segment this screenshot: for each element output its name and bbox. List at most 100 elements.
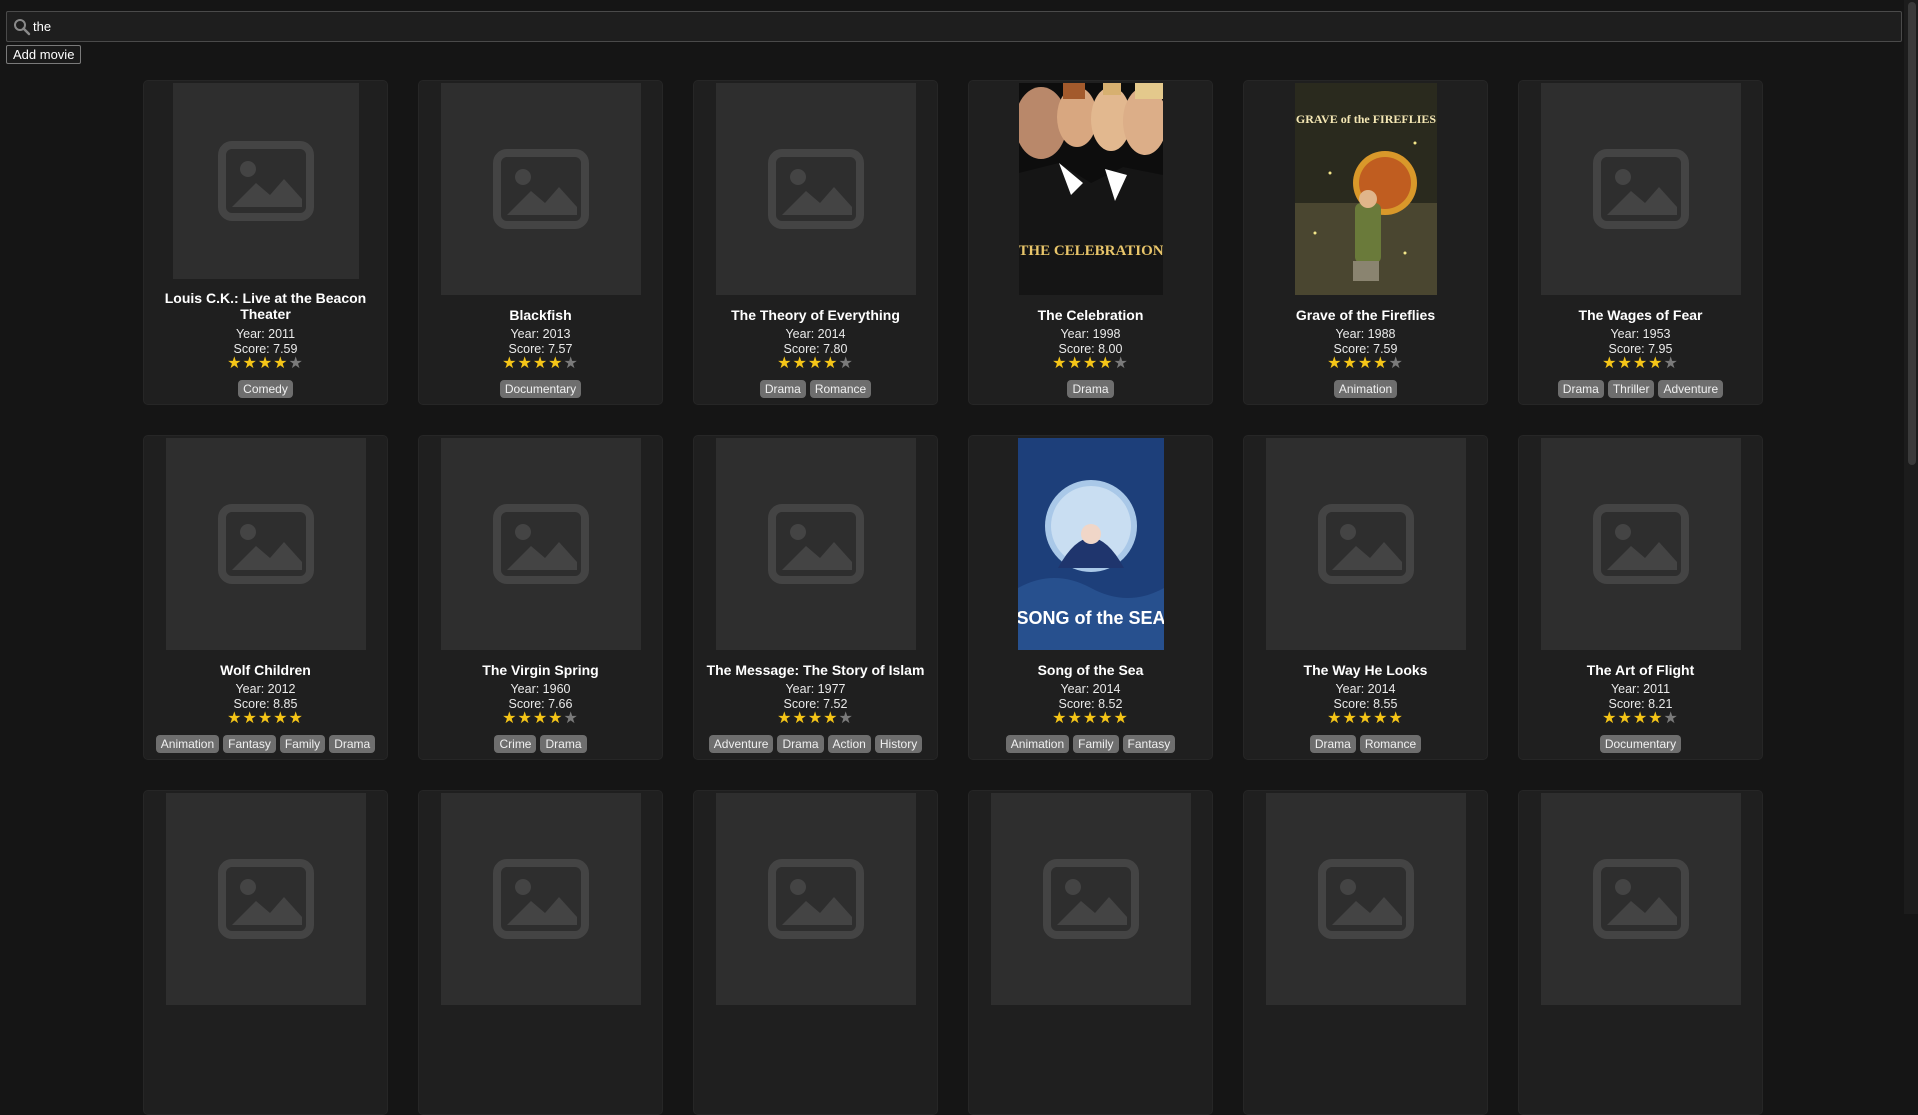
movie-card[interactable] xyxy=(1243,790,1488,1115)
movie-poster: SONG of the SEA xyxy=(1017,438,1164,650)
star-filled-icon: ★ xyxy=(257,710,274,727)
movie-card[interactable]: The Theory of Everything Year: 2014 Scor… xyxy=(693,80,938,405)
svg-text:SONG of the SEA: SONG of the SEA xyxy=(1018,608,1164,628)
search-input[interactable] xyxy=(33,12,1893,41)
movie-meta: Year: 1988 Score: 7.59 xyxy=(1244,327,1487,357)
movie-title: Grave of the Fireflies xyxy=(1295,307,1436,323)
movie-card[interactable]: Louis C.K.: Live at the Beacon Theater Y… xyxy=(143,80,388,405)
image-placeholder-icon xyxy=(767,859,864,939)
movie-card[interactable]: The Art of Flight Year: 2011 Score: 8.21… xyxy=(1518,435,1763,760)
genre-tag: Crime xyxy=(494,735,537,753)
genre-tag: Drama xyxy=(1309,735,1356,753)
movie-meta: Year: 1998 Score: 8.00 xyxy=(969,327,1212,357)
star-filled-icon: ★ xyxy=(1327,355,1343,372)
genre-tag: Family xyxy=(279,735,326,753)
movie-poster xyxy=(990,793,1191,1005)
movie-card[interactable] xyxy=(693,790,938,1115)
movie-card[interactable] xyxy=(418,790,663,1115)
movie-year: Year: 1977 xyxy=(785,682,846,696)
star-filled-icon: ★ xyxy=(1098,355,1114,372)
star-filled-icon: ★ xyxy=(792,710,808,727)
image-placeholder-icon xyxy=(217,859,314,939)
movie-poster xyxy=(715,438,916,650)
genre-tag: Fantasy xyxy=(1122,735,1176,753)
genre-tags: Drama Romance xyxy=(1244,735,1487,753)
genre-tag: Romance xyxy=(1359,735,1422,753)
fireflies-poster-art: GRAVE of the FIREFLIES xyxy=(1294,83,1437,295)
movie-card[interactable]: The Virgin Spring Year: 1960 Score: 7.66… xyxy=(418,435,663,760)
star-rating: ★★★★★ xyxy=(694,356,937,372)
movie-poster xyxy=(165,793,366,1005)
star-filled-icon: ★ xyxy=(1617,710,1633,727)
star-filled-icon: ★ xyxy=(1067,710,1083,727)
movie-poster xyxy=(1540,793,1741,1005)
movie-poster xyxy=(1540,438,1741,650)
movie-year: Year: 1953 xyxy=(1610,327,1671,341)
celebration-poster-art: THE CELEBRATION xyxy=(1018,83,1163,295)
star-empty-icon: ★ xyxy=(838,355,854,372)
movie-poster xyxy=(715,793,916,1005)
star-filled-icon: ★ xyxy=(1342,710,1358,727)
star-filled-icon: ★ xyxy=(1602,710,1618,727)
movie-card[interactable]: The Wages of Fear Year: 1953 Score: 7.95… xyxy=(1518,80,1763,405)
star-filled-icon: ★ xyxy=(777,710,793,727)
movie-poster xyxy=(1265,438,1466,650)
movie-card[interactable]: SONG of the SEA Song of the Sea Year: 20… xyxy=(968,435,1213,760)
movie-card[interactable]: THE CELEBRATION The Celebration Year: 19… xyxy=(968,80,1213,405)
movie-title: The Celebration xyxy=(1037,307,1144,323)
star-filled-icon: ★ xyxy=(242,710,258,727)
star-filled-icon: ★ xyxy=(502,355,518,372)
image-placeholder-icon xyxy=(1592,504,1689,584)
movie-card[interactable] xyxy=(143,790,388,1115)
movie-card[interactable]: Wolf Children Year: 2012 Score: 8.85 ★★★… xyxy=(143,435,388,760)
genre-tag: Drama xyxy=(759,380,806,398)
star-filled-icon: ★ xyxy=(1617,355,1633,372)
image-placeholder-icon xyxy=(1592,859,1689,939)
movie-card[interactable]: The Way He Looks Year: 2014 Score: 8.55 … xyxy=(1243,435,1488,760)
movie-year: Year: 2011 xyxy=(235,327,296,341)
movie-meta: Year: 2014 Score: 8.55 xyxy=(1244,682,1487,712)
genre-tag: Fantasy xyxy=(223,735,276,753)
movie-card[interactable] xyxy=(968,790,1213,1115)
genre-tag: Animation xyxy=(1005,735,1070,753)
image-placeholder-icon xyxy=(767,149,864,229)
genre-tag: Drama xyxy=(1067,380,1114,398)
star-filled-icon: ★ xyxy=(1357,710,1374,727)
star-filled-icon: ★ xyxy=(1082,355,1099,372)
movie-year: Year: 1960 xyxy=(510,682,571,696)
movie-card[interactable]: The Message: The Story of Islam Year: 19… xyxy=(693,435,938,760)
star-empty-icon: ★ xyxy=(1388,355,1404,372)
image-placeholder-icon xyxy=(492,149,589,229)
star-filled-icon: ★ xyxy=(1602,355,1618,372)
movie-meta: Year: 2012 Score: 8.85 xyxy=(144,682,387,712)
image-placeholder-icon xyxy=(492,859,589,939)
movie-card[interactable]: Blackfish Year: 2013 Score: 7.57 ★★★★★ D… xyxy=(418,80,663,405)
movie-meta: Year: 2014 Score: 7.80 xyxy=(694,327,937,357)
movie-poster xyxy=(440,438,641,650)
star-filled-icon: ★ xyxy=(1648,355,1664,372)
movie-poster xyxy=(440,83,641,295)
genre-tags: Animation xyxy=(1244,380,1487,398)
star-rating: ★★★★★ xyxy=(144,711,387,727)
movie-meta: Year: 2013 Score: 7.57 xyxy=(419,327,662,357)
star-empty-icon: ★ xyxy=(563,355,579,372)
star-rating: ★★★★★ xyxy=(419,356,662,372)
image-placeholder-icon xyxy=(1042,859,1139,939)
genre-tag: Animation xyxy=(1333,380,1398,398)
star-filled-icon: ★ xyxy=(1067,355,1083,372)
genre-tags: Drama Thriller Adventure xyxy=(1519,380,1762,398)
movie-card[interactable]: GRAVE of the FIREFLIES Grave of the Fire… xyxy=(1243,80,1488,405)
star-filled-icon: ★ xyxy=(1632,710,1649,727)
genre-tag: Drama xyxy=(329,735,376,753)
star-filled-icon: ★ xyxy=(807,355,824,372)
star-filled-icon: ★ xyxy=(1327,710,1343,727)
movie-card[interactable] xyxy=(1518,790,1763,1115)
add-movie-button[interactable]: Add movie xyxy=(6,45,82,64)
scrollbar-thumb[interactable] xyxy=(1908,2,1916,465)
movie-title: The Virgin Spring xyxy=(482,662,599,678)
star-filled-icon: ★ xyxy=(532,710,549,727)
genre-tags: Comedy xyxy=(144,380,387,398)
star-filled-icon: ★ xyxy=(517,355,533,372)
scrollbar[interactable] xyxy=(1904,0,1918,914)
star-filled-icon: ★ xyxy=(823,710,839,727)
